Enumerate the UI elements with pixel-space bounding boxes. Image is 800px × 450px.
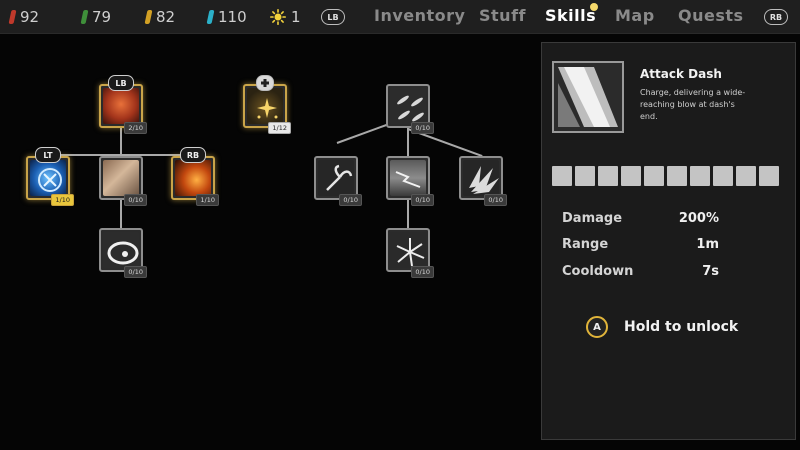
upgrade-slot bbox=[575, 166, 595, 186]
upgrade-slot bbox=[759, 166, 779, 186]
upgrade-slot bbox=[690, 166, 710, 186]
tab-map[interactable]: Map bbox=[615, 6, 655, 25]
lightning-orb-icon bbox=[30, 160, 66, 196]
skill-level: 0/10 bbox=[124, 266, 147, 278]
skill-node-shatter[interactable]: 0/10 bbox=[386, 228, 434, 278]
skill-level: 1/10 bbox=[196, 194, 219, 206]
skill-node-claws-root[interactable]: 0/10 bbox=[386, 84, 434, 134]
lt-badge: LT bbox=[35, 147, 61, 163]
stat-value-cooldown: 7s bbox=[702, 264, 719, 279]
resource-value: 92 bbox=[20, 8, 40, 26]
shatter-icon bbox=[390, 232, 426, 268]
skill-level: 0/10 bbox=[339, 194, 362, 206]
red-crystal-icon bbox=[8, 10, 17, 24]
tree-connector bbox=[407, 200, 409, 228]
skill-level: 0/10 bbox=[411, 122, 434, 134]
skill-level: 1/10 bbox=[51, 194, 74, 206]
stat-label-damage: Damage bbox=[562, 211, 623, 226]
holy-sparkle-icon bbox=[247, 88, 283, 124]
upgrade-slot bbox=[621, 166, 641, 186]
lb-bumper-button[interactable]: LB bbox=[321, 9, 345, 25]
skill-title: Attack Dash bbox=[640, 67, 722, 81]
new-indicator-dot bbox=[590, 3, 598, 11]
skill-node-lightning[interactable]: LT 1/10 bbox=[26, 147, 74, 206]
sun-icon bbox=[270, 9, 286, 25]
skill-node-holy[interactable]: 1/12 bbox=[243, 75, 291, 134]
tab-skills[interactable]: Skills bbox=[545, 6, 596, 25]
tab-inventory[interactable]: Inventory bbox=[374, 6, 465, 25]
skill-node-slash[interactable]: 0/10 bbox=[99, 156, 147, 206]
skill-level: 1/12 bbox=[268, 122, 291, 134]
a-button[interactable]: A bbox=[586, 316, 608, 338]
tree-connector bbox=[407, 128, 409, 156]
stat-value-damage: 200% bbox=[678, 211, 719, 226]
skill-node-whirl[interactable]: 0/10 bbox=[314, 156, 362, 206]
upgrade-slot bbox=[644, 166, 664, 186]
tree-connector bbox=[120, 200, 122, 228]
upgrade-slot bbox=[598, 166, 618, 186]
upgrade-slot bbox=[736, 166, 756, 186]
upgrade-slots bbox=[552, 166, 779, 186]
upgrade-slot bbox=[552, 166, 572, 186]
resource-red: 92 bbox=[8, 8, 40, 26]
upgrade-slot bbox=[667, 166, 687, 186]
spin-attack-icon bbox=[103, 232, 139, 268]
skill-node-fire-root[interactable]: LB 2/10 bbox=[99, 75, 147, 134]
tab-stuff[interactable]: Stuff bbox=[479, 6, 526, 25]
claw-strikes-icon bbox=[390, 88, 426, 124]
tree-connector bbox=[120, 126, 122, 156]
storm-icon bbox=[390, 160, 426, 196]
stat-value-range: 1m bbox=[696, 237, 719, 252]
stat-label-range: Range bbox=[562, 237, 609, 252]
resource-value: 82 bbox=[156, 8, 176, 26]
gold-crystal-icon bbox=[144, 10, 153, 24]
skill-level: 2/10 bbox=[124, 122, 147, 134]
top-bar: 92 79 82 110 1 LB Inventory Stuff Skills… bbox=[0, 0, 800, 34]
resource-cyan: 110 bbox=[206, 8, 247, 26]
upgrade-slot bbox=[713, 166, 733, 186]
spike-burst-icon bbox=[463, 160, 499, 196]
skill-level: 0/10 bbox=[411, 194, 434, 206]
resource-sun: 1 bbox=[270, 8, 301, 26]
resource-value: 1 bbox=[291, 8, 301, 26]
skill-node-storm[interactable]: 0/10 bbox=[386, 156, 434, 206]
attack-dash-preview-icon bbox=[552, 61, 624, 133]
rb-badge: RB bbox=[180, 147, 206, 163]
fire-warrior-icon bbox=[103, 88, 139, 124]
slash-icon bbox=[103, 160, 139, 196]
plus-icon bbox=[261, 79, 269, 87]
lb-badge: LB bbox=[108, 75, 134, 91]
skill-node-attack-dash[interactable]: 0/10 bbox=[459, 156, 507, 206]
green-crystal-icon bbox=[80, 10, 89, 24]
skill-detail-panel: Attack Dash Charge, delivering a wide-re… bbox=[541, 42, 796, 440]
resource-gold: 82 bbox=[144, 8, 176, 26]
resource-value: 79 bbox=[92, 8, 112, 26]
skill-level: 0/10 bbox=[411, 266, 434, 278]
whirl-icon bbox=[318, 160, 354, 196]
skill-node-meteor[interactable]: RB 1/10 bbox=[171, 147, 219, 206]
resource-value: 110 bbox=[218, 8, 247, 26]
meteor-icon bbox=[175, 160, 211, 196]
skill-description: Charge, delivering a wide-reaching blow … bbox=[640, 88, 746, 121]
hold-to-unlock-label: Hold to unlock bbox=[624, 319, 739, 335]
rb-bumper-button[interactable]: RB bbox=[764, 9, 788, 25]
skill-level: 0/10 bbox=[124, 194, 147, 206]
resource-green: 79 bbox=[80, 8, 112, 26]
health-cross-badge bbox=[256, 75, 274, 91]
tab-quests[interactable]: Quests bbox=[678, 6, 744, 25]
skill-node-spin[interactable]: 0/10 bbox=[99, 228, 147, 278]
skill-level: 0/10 bbox=[484, 194, 507, 206]
stat-label-cooldown: Cooldown bbox=[562, 264, 634, 279]
cyan-crystal-icon bbox=[206, 10, 215, 24]
